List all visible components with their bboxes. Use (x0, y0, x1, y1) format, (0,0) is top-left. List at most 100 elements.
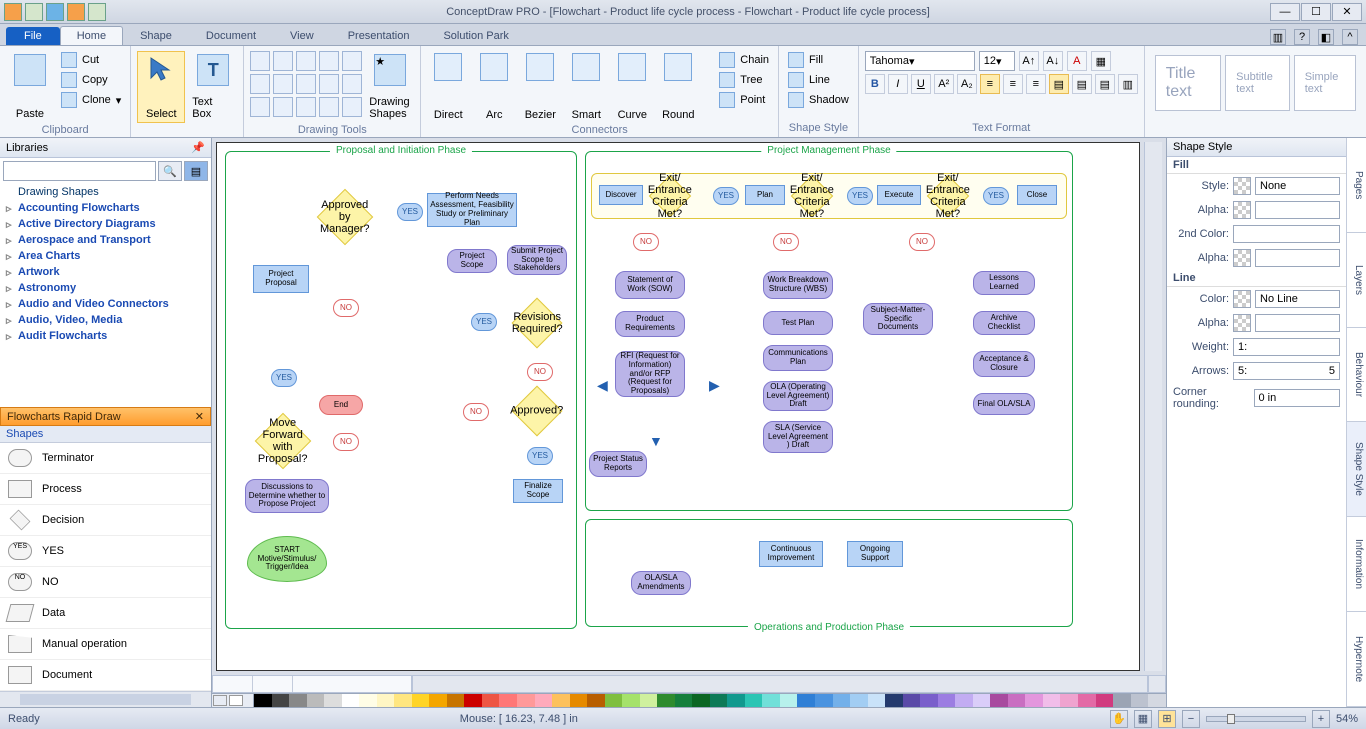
tab-hypernote[interactable]: Hypernote (1347, 612, 1366, 707)
lib-item[interactable]: Active Directory Diagrams (0, 216, 211, 232)
lib-item[interactable]: Area Charts (0, 248, 211, 264)
tab-presentation[interactable]: Presentation (331, 26, 427, 45)
color-swatch[interactable] (1096, 694, 1114, 707)
tool-btn[interactable] (319, 51, 339, 71)
italic-icon[interactable]: I (888, 74, 908, 94)
tab-shape[interactable]: Shape (123, 26, 189, 45)
color-swatch[interactable] (342, 694, 360, 707)
color-swatch[interactable] (622, 694, 640, 707)
color-swatch[interactable] (517, 694, 535, 707)
tool-btn[interactable] (319, 74, 339, 94)
no-pill[interactable]: NO (333, 433, 359, 451)
weight-select[interactable]: 1: (1233, 338, 1340, 356)
finalize-shape[interactable]: Finalize Scope (513, 479, 563, 503)
lib-item[interactable]: Astronomy (0, 280, 211, 296)
horizontal-scrollbar[interactable] (412, 675, 1148, 693)
ongoing-shape[interactable]: Ongoing Support (847, 541, 903, 567)
decrease-font-icon[interactable]: A↓ (1043, 51, 1063, 71)
yes-pill[interactable]: YES (471, 313, 497, 331)
color-swatch[interactable] (920, 694, 938, 707)
clone-button[interactable]: Clone ▾ (58, 91, 124, 109)
tree-button[interactable]: Tree (716, 71, 772, 89)
tab-document[interactable]: Document (189, 26, 273, 45)
snap-icon[interactable]: ▦ (1134, 710, 1152, 728)
zoom-out-icon[interactable]: − (1182, 710, 1200, 728)
color-swatch[interactable] (727, 694, 745, 707)
highlight-icon[interactable]: ▦ (1091, 51, 1111, 71)
chain-button[interactable]: Chain (716, 51, 772, 69)
color-swatch[interactable] (307, 694, 325, 707)
color-swatch[interactable] (745, 694, 763, 707)
color-swatch[interactable] (429, 694, 447, 707)
scope-shape[interactable]: Project Scope (447, 249, 497, 273)
file-tab[interactable]: File (6, 27, 60, 45)
color-swatch[interactable] (973, 694, 991, 707)
align-middle-icon[interactable]: ▤ (1072, 74, 1092, 94)
shapes-header[interactable]: Shapes (0, 426, 211, 443)
vertical-scrollbar[interactable] (1144, 142, 1162, 671)
shape-no[interactable]: NONO (0, 567, 211, 598)
alpha3-swatch[interactable] (1233, 314, 1251, 332)
underline-icon[interactable]: U (911, 74, 931, 94)
color-swatch[interactable] (377, 694, 395, 707)
paste-button[interactable]: Paste (6, 51, 54, 123)
continuous-shape[interactable]: Continuous Improvement (759, 541, 823, 567)
tool-btn[interactable] (342, 51, 362, 71)
lib-item[interactable]: Aerospace and Transport (0, 232, 211, 248)
textbox-button[interactable]: TText Box (189, 51, 237, 123)
shape-terminator[interactable]: Terminator (0, 443, 211, 474)
wbs-shape[interactable]: Work Breakdown Structure (WBS) (763, 271, 833, 299)
zoom-in-icon[interactable]: + (1312, 710, 1330, 728)
color-swatch[interactable] (359, 694, 377, 707)
yes-pill[interactable]: YES (527, 447, 553, 465)
testplan-shape[interactable]: Test Plan (763, 311, 833, 335)
superscript-icon[interactable]: A² (934, 74, 954, 94)
color-swatch[interactable] (657, 694, 675, 707)
tool-btn[interactable] (296, 74, 316, 94)
tool-btn[interactable] (273, 97, 293, 117)
align-top-icon[interactable]: ▤ (1049, 74, 1069, 94)
exit2-shape[interactable]: Exit/ Entrance Criteria Met? (791, 175, 833, 217)
color-swatch[interactable] (535, 694, 553, 707)
arrows-select[interactable]: 5:5 (1233, 362, 1340, 380)
color-swatch[interactable] (605, 694, 623, 707)
color-swatch[interactable] (938, 694, 956, 707)
maximize-button[interactable]: ☐ (1301, 3, 1331, 21)
color-swatch[interactable] (868, 694, 886, 707)
increase-font-icon[interactable]: A↑ (1019, 51, 1039, 71)
sow-shape[interactable]: Statement of Work (SOW) (615, 271, 685, 299)
discussions-shape[interactable]: Discussions to Determine whether to Prop… (245, 479, 329, 513)
color-swatch[interactable] (710, 694, 728, 707)
fill-button[interactable]: Fill (785, 51, 852, 69)
finalola-shape[interactable]: Final OLA/SLA (973, 393, 1035, 415)
start-shape[interactable]: START Motive/Stimulus/ Trigger/Idea (247, 536, 327, 582)
style-icon[interactable]: ◧ (1318, 29, 1334, 45)
align-bottom-icon[interactable]: ▤ (1095, 74, 1115, 94)
cut-button[interactable]: Cut (58, 51, 124, 69)
close-icon[interactable]: ✕ (195, 410, 204, 423)
yes-pill[interactable]: YES (271, 369, 297, 387)
help-icon[interactable]: ? (1294, 29, 1310, 45)
tool-btn[interactable] (250, 51, 270, 71)
close-button[interactable]: ✕ (1332, 3, 1362, 21)
ola-shape[interactable]: OLA (Operating Level Agreement) Draft (763, 381, 833, 411)
color-swatch[interactable] (955, 694, 973, 707)
lib-item[interactable]: Audit Flowcharts (0, 328, 211, 344)
color-swatch[interactable] (990, 694, 1008, 707)
color-swatch[interactable] (289, 694, 307, 707)
end-shape[interactable]: End (319, 395, 363, 415)
copy-button[interactable]: Copy (58, 71, 124, 89)
rapid-draw-section[interactable]: Flowcharts Rapid Draw✕ (0, 407, 211, 426)
exit3-shape[interactable]: Exit/ Entrance Criteria Met? (927, 175, 969, 217)
tab-layers[interactable]: Layers (1347, 233, 1366, 328)
auto-color[interactable] (213, 695, 227, 706)
lib-item[interactable]: Artwork (0, 264, 211, 280)
title-text-preset[interactable]: Title text (1155, 55, 1221, 111)
align-left-icon[interactable]: ≡ (980, 74, 1000, 94)
alpha2-swatch[interactable] (1233, 249, 1251, 267)
shape-data[interactable]: Data (0, 598, 211, 629)
minimize-button[interactable]: — (1270, 3, 1300, 21)
color-swatch[interactable] (482, 694, 500, 707)
bezier-button[interactable]: Bezier (519, 51, 561, 123)
color-swatch[interactable] (1078, 694, 1096, 707)
